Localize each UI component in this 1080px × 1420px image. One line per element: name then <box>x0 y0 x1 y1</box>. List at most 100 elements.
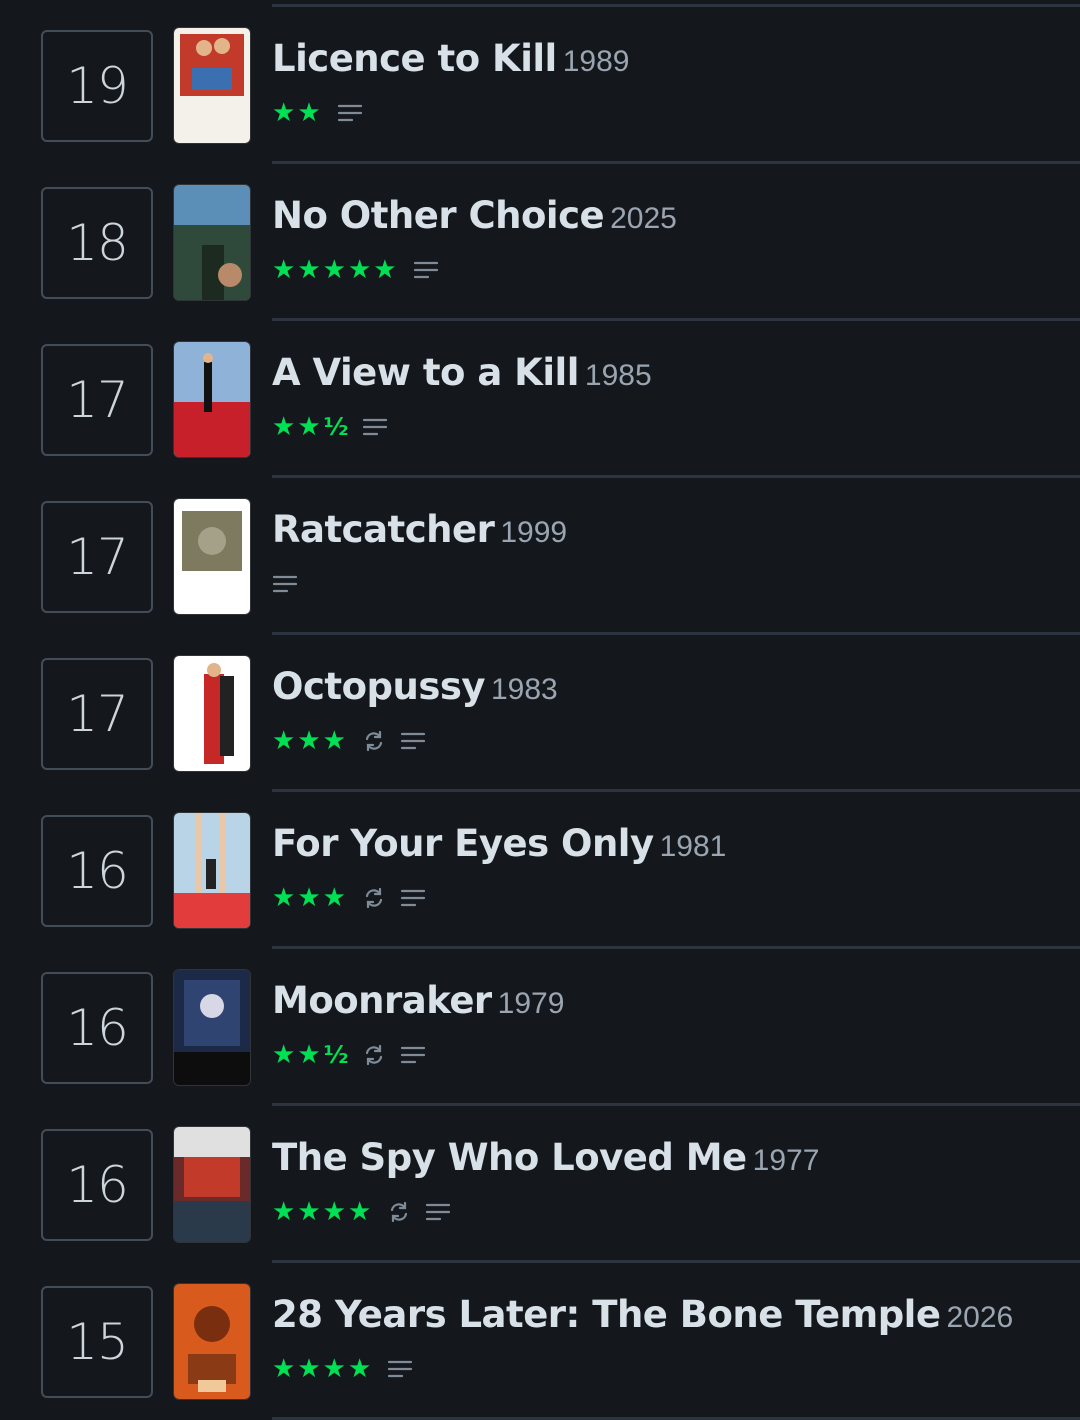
film-poster[interactable] <box>174 499 250 614</box>
film-title[interactable]: 28 Years Later: The Bone Temple <box>272 1293 941 1336</box>
film-year[interactable]: 1999 <box>500 516 567 549</box>
rating-stars: ★ ★ ★ ★ <box>272 1199 373 1225</box>
star-icon: ★ <box>272 883 296 913</box>
film-heading[interactable]: For Your Eyes Only 1981 <box>272 822 726 865</box>
rating-stars: ★ ★ ★ <box>272 728 348 754</box>
film-year[interactable]: 2026 <box>946 1301 1013 1334</box>
rank-badge: 19 <box>41 30 153 142</box>
film-year[interactable]: 2025 <box>610 202 677 235</box>
film-title[interactable]: Licence to Kill <box>272 37 557 80</box>
star-icon: ★ <box>272 1354 296 1384</box>
star-icon: ★ <box>322 883 346 913</box>
poster-image <box>174 1284 250 1399</box>
film-entry[interactable]: 18 No Other Choice 2025 ★ ★ ★ ★ ★ <box>0 164 1080 321</box>
rating-stars: ★ ★ ★ ★ ★ <box>272 257 399 283</box>
film-title[interactable]: The Spy Who Loved Me <box>272 1136 747 1179</box>
film-year[interactable]: 1983 <box>491 673 558 706</box>
review-icon[interactable] <box>400 1044 426 1066</box>
film-entry[interactable]: 15 28 Years Later: The Bone Temple 2026 ★… <box>0 1263 1080 1420</box>
film-poster[interactable] <box>174 185 250 300</box>
film-title[interactable]: Ratcatcher <box>272 508 495 551</box>
review-icon[interactable] <box>400 730 426 752</box>
film-meta: ★ ★ ★ ★ <box>272 1354 413 1384</box>
rating-stars: ★ ★ ★ <box>272 885 348 911</box>
star-icon: ★ <box>297 412 321 442</box>
film-entry[interactable]: 17 Ratcatcher 1999 <box>0 478 1080 635</box>
rating-stars: ★ ★ ★ ★ <box>272 1356 373 1382</box>
film-meta: ★ ★ ½ <box>272 412 388 442</box>
film-title[interactable]: For Your Eyes Only <box>272 822 654 865</box>
star-icon: ★ <box>297 726 321 756</box>
review-icon[interactable] <box>362 416 388 438</box>
film-title[interactable]: A View to a Kill <box>272 351 579 394</box>
review-icon[interactable] <box>272 573 298 595</box>
review-icon[interactable] <box>400 887 426 909</box>
film-heading[interactable]: 28 Years Later: The Bone Temple 2026 <box>272 1293 1013 1336</box>
film-heading[interactable]: The Spy Who Loved Me 1977 <box>272 1136 819 1179</box>
star-icon: ★ <box>272 1197 296 1227</box>
film-poster[interactable] <box>174 342 250 457</box>
rank-badge: 18 <box>41 187 153 299</box>
review-icon[interactable] <box>413 259 439 281</box>
film-poster[interactable] <box>174 970 250 1085</box>
film-entry[interactable]: 17 A View to a Kill 1985 ★ ★ ½ <box>0 321 1080 478</box>
rank-badge: 17 <box>41 344 153 456</box>
film-heading[interactable]: No Other Choice 2025 <box>272 194 677 237</box>
film-heading[interactable]: Licence to Kill 1989 <box>272 37 630 80</box>
rewatch-icon <box>362 886 386 910</box>
film-year[interactable]: 1981 <box>660 830 727 863</box>
film-heading[interactable]: Octopussy 1983 <box>272 665 558 708</box>
star-icon: ★ <box>297 255 321 285</box>
star-icon: ★ <box>322 1197 346 1227</box>
star-icon: ★ <box>347 1354 372 1384</box>
rewatch-icon <box>362 1043 386 1067</box>
film-title[interactable]: No Other Choice <box>272 194 605 237</box>
half-star-icon: ½ <box>323 1041 349 1069</box>
poster-image <box>174 813 250 928</box>
film-title[interactable]: Moonraker <box>272 979 492 1022</box>
film-poster[interactable] <box>174 813 250 928</box>
review-icon[interactable] <box>337 102 363 124</box>
film-entry[interactable]: 16 Moonraker 1979 ★ ★ ½ <box>0 949 1080 1106</box>
star-icon: ★ <box>272 726 296 756</box>
star-icon: ★ <box>297 1354 321 1384</box>
review-icon[interactable] <box>425 1201 451 1223</box>
review-icon[interactable] <box>387 1358 413 1380</box>
film-meta: ★ ★ ½ <box>272 1040 426 1070</box>
poster-image <box>174 28 250 143</box>
star-icon: ★ <box>297 98 321 128</box>
star-icon: ★ <box>272 255 296 285</box>
film-poster[interactable] <box>174 1127 250 1242</box>
film-heading[interactable]: Moonraker 1979 <box>272 979 564 1022</box>
film-year[interactable]: 1979 <box>498 987 565 1020</box>
film-year[interactable]: 1977 <box>753 1144 820 1177</box>
rank-badge: 16 <box>41 815 153 927</box>
film-poster[interactable] <box>174 1284 250 1399</box>
film-year[interactable]: 1989 <box>563 45 630 78</box>
film-title[interactable]: Octopussy <box>272 665 485 708</box>
star-icon: ★ <box>297 1197 321 1227</box>
star-icon: ★ <box>297 1040 321 1070</box>
poster-image <box>174 656 250 771</box>
film-entry[interactable]: 16 For Your Eyes Only 1981 ★ ★ ★ <box>0 792 1080 949</box>
rating-stars: ★ ★ ½ <box>272 414 348 440</box>
film-year[interactable]: 1985 <box>585 359 652 392</box>
rank-badge: 16 <box>41 1129 153 1241</box>
film-heading[interactable]: Ratcatcher 1999 <box>272 508 567 551</box>
half-star-icon: ½ <box>323 413 349 441</box>
film-entry[interactable]: 16 The Spy Who Loved Me 1977 ★ ★ ★ ★ <box>0 1106 1080 1263</box>
film-poster[interactable] <box>174 28 250 143</box>
film-entry[interactable]: 19 Licence to Kill 1989 ★ ★ <box>0 7 1080 164</box>
star-icon: ★ <box>322 255 346 285</box>
rating-stars: ★ ★ ½ <box>272 1042 348 1068</box>
ranked-film-list: 19 Licence to Kill 1989 ★ ★ 18 No Other Ch… <box>0 7 1080 1420</box>
film-heading[interactable]: A View to a Kill 1985 <box>272 351 652 394</box>
rewatch-icon <box>387 1200 411 1224</box>
film-meta: ★ ★ ★ <box>272 883 426 913</box>
rewatch-icon <box>362 729 386 753</box>
poster-image <box>174 342 250 457</box>
film-poster[interactable] <box>174 656 250 771</box>
film-entry[interactable]: 17 Octopussy 1983 ★ ★ ★ <box>0 635 1080 792</box>
poster-image <box>174 970 250 1085</box>
star-icon: ★ <box>322 1354 346 1384</box>
